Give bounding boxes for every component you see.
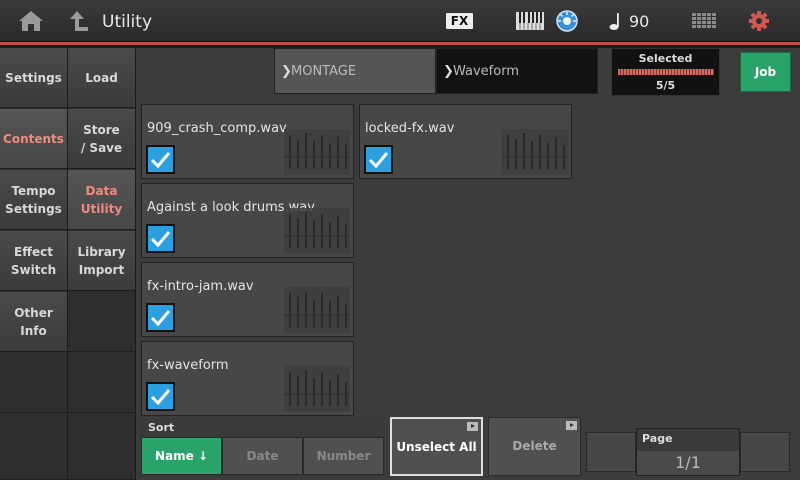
nav-item-effect-switch[interactable]: Effect Switch — [0, 231, 67, 291]
file-tile[interactable]: fx-waveform — [141, 341, 354, 416]
header-accent-line — [0, 42, 800, 45]
file-checkbox[interactable] — [146, 145, 175, 174]
nav-category-column: Settings Contents Tempo Settings Effect … — [0, 48, 67, 480]
breadcrumb: ❯ MONTAGE ❯ Waveform — [274, 48, 598, 94]
waveform-file-icon — [284, 366, 350, 412]
nav-sub-data-utility[interactable]: Data Utility — [68, 170, 135, 230]
breadcrumb-root-label: MONTAGE — [291, 64, 357, 79]
gear-icon[interactable] — [748, 10, 770, 32]
nav-sub-empty — [68, 292, 135, 352]
file-tile[interactable]: 909_crash_comp.wav — [141, 104, 354, 179]
nav-sub-store-save[interactable]: Store / Save — [68, 109, 135, 169]
chevron-right-icon: ❯ — [281, 64, 292, 79]
keyboard-icon[interactable] — [516, 12, 544, 30]
home-icon[interactable] — [16, 9, 46, 33]
top-bar: Utility FX 90 — [0, 0, 800, 42]
file-tile[interactable]: Against a look drums.wav — [141, 183, 354, 258]
unselect-all-button[interactable]: Unselect All — [390, 417, 483, 476]
sort-label: Sort — [148, 421, 175, 434]
nav-item-settings[interactable]: Settings — [0, 48, 67, 108]
play-corner-icon — [566, 421, 577, 430]
file-name: fx-intro-jam.wav — [147, 279, 254, 294]
waveform-file-icon — [284, 129, 350, 175]
file-name: locked-fx.wav — [365, 121, 455, 136]
page-value: 1/1 — [637, 451, 739, 475]
sort-panel: Sort Name ↓ Date Number — [140, 418, 385, 476]
delete-button[interactable]: Delete — [488, 417, 581, 476]
nav-sub-empty — [68, 353, 135, 413]
screen-title: Utility — [102, 12, 153, 32]
page-indicator: Page 1/1 — [636, 428, 740, 476]
quick-setup-dial-icon[interactable] — [556, 10, 578, 32]
nav-item-empty — [0, 353, 67, 413]
file-name: fx-waveform — [147, 358, 229, 373]
delete-label: Delete — [512, 439, 557, 453]
waveform-file-icon — [284, 208, 350, 254]
file-checkbox[interactable] — [146, 303, 175, 332]
file-tile[interactable]: locked-fx.wav — [359, 104, 572, 179]
nav-item-other-info[interactable]: Other Info — [0, 292, 67, 352]
chevron-right-icon: ❯ — [443, 64, 454, 79]
page-next-slot[interactable] — [740, 432, 790, 472]
job-button[interactable]: Job — [740, 52, 791, 92]
nav-sub-load[interactable]: Load — [68, 48, 135, 108]
file-checkbox[interactable] — [146, 224, 175, 253]
selected-indicator: Selected 5/5 — [611, 48, 720, 96]
breadcrumb-root[interactable]: ❯ MONTAGE — [274, 48, 436, 94]
fx-badge[interactable]: FX — [446, 13, 473, 29]
waveform-file-icon — [502, 129, 568, 175]
page-prev-slot[interactable] — [586, 432, 636, 472]
nav-sub-empty — [68, 414, 135, 480]
selected-count: 5/5 — [655, 79, 676, 92]
nav-subcategory-column: Load Store / Save Data Utility Library I… — [68, 48, 135, 480]
page-label: Page — [642, 432, 673, 445]
file-tile[interactable]: fx-intro-jam.wav — [141, 262, 354, 337]
sort-number-button[interactable]: Number — [303, 437, 384, 475]
selected-label: Selected — [638, 52, 693, 65]
file-checkbox[interactable] — [146, 382, 175, 411]
overview-grid-icon[interactable] — [692, 13, 716, 29]
selected-meter — [618, 69, 714, 75]
breadcrumb-current[interactable]: ❯ Waveform — [436, 48, 598, 94]
file-name: 909_crash_comp.wav — [147, 121, 287, 136]
tempo-value[interactable]: 90 — [629, 12, 649, 31]
quarter-note-icon — [608, 10, 622, 32]
nav-item-contents[interactable]: Contents — [0, 109, 67, 169]
nav-sub-library-import[interactable]: Library Import — [68, 231, 135, 291]
nav-item-empty — [0, 414, 67, 480]
back-up-icon[interactable] — [66, 9, 92, 33]
file-checkbox[interactable] — [364, 145, 393, 174]
sort-name-button[interactable]: Name ↓ — [141, 437, 222, 475]
unselect-all-label: Unselect All — [396, 440, 477, 454]
sort-date-button[interactable]: Date — [222, 437, 303, 475]
play-corner-icon — [467, 422, 478, 431]
breadcrumb-current-label: Waveform — [453, 64, 519, 79]
waveform-file-icon — [284, 287, 350, 333]
nav-item-tempo-settings[interactable]: Tempo Settings — [0, 170, 67, 230]
